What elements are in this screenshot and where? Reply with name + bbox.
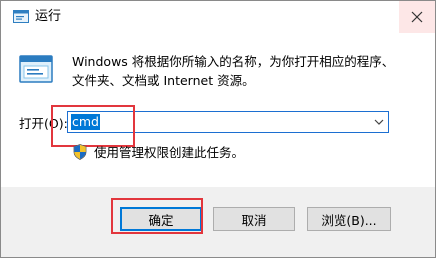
- window-title: 运行: [35, 9, 62, 24]
- close-button[interactable]: [399, 1, 435, 33]
- run-program-icon: [19, 55, 53, 83]
- open-input-value[interactable]: cmd: [71, 114, 100, 130]
- open-combobox[interactable]: cmd: [67, 111, 389, 133]
- description-text: Windows 将根据你所输入的名称，为你打开相应的程序、 文件夹、文档或 In…: [72, 52, 422, 90]
- uac-shield-icon: [73, 144, 87, 160]
- open-label: 打开(O):: [19, 116, 68, 131]
- admin-note: 使用管理权限创建此任务。: [94, 145, 245, 160]
- run-dialog: 运行 Windows 将根据你所输入的名称，为你打开相应的程序、 文件夹、文档或…: [0, 0, 436, 258]
- title-bar: 运行: [1, 1, 435, 33]
- description-line-1: Windows 将根据你所输入的名称，为你打开相应的程序、: [72, 54, 395, 69]
- close-icon: [411, 11, 423, 23]
- run-icon: [13, 10, 29, 23]
- chevron-down-icon[interactable]: [374, 117, 384, 127]
- browse-button[interactable]: 浏览(B)...: [307, 207, 391, 231]
- ok-button[interactable]: 确定: [120, 207, 202, 231]
- description-line-2: 文件夹、文档或 Internet 资源。: [72, 73, 255, 88]
- cancel-button[interactable]: 取消: [213, 207, 295, 231]
